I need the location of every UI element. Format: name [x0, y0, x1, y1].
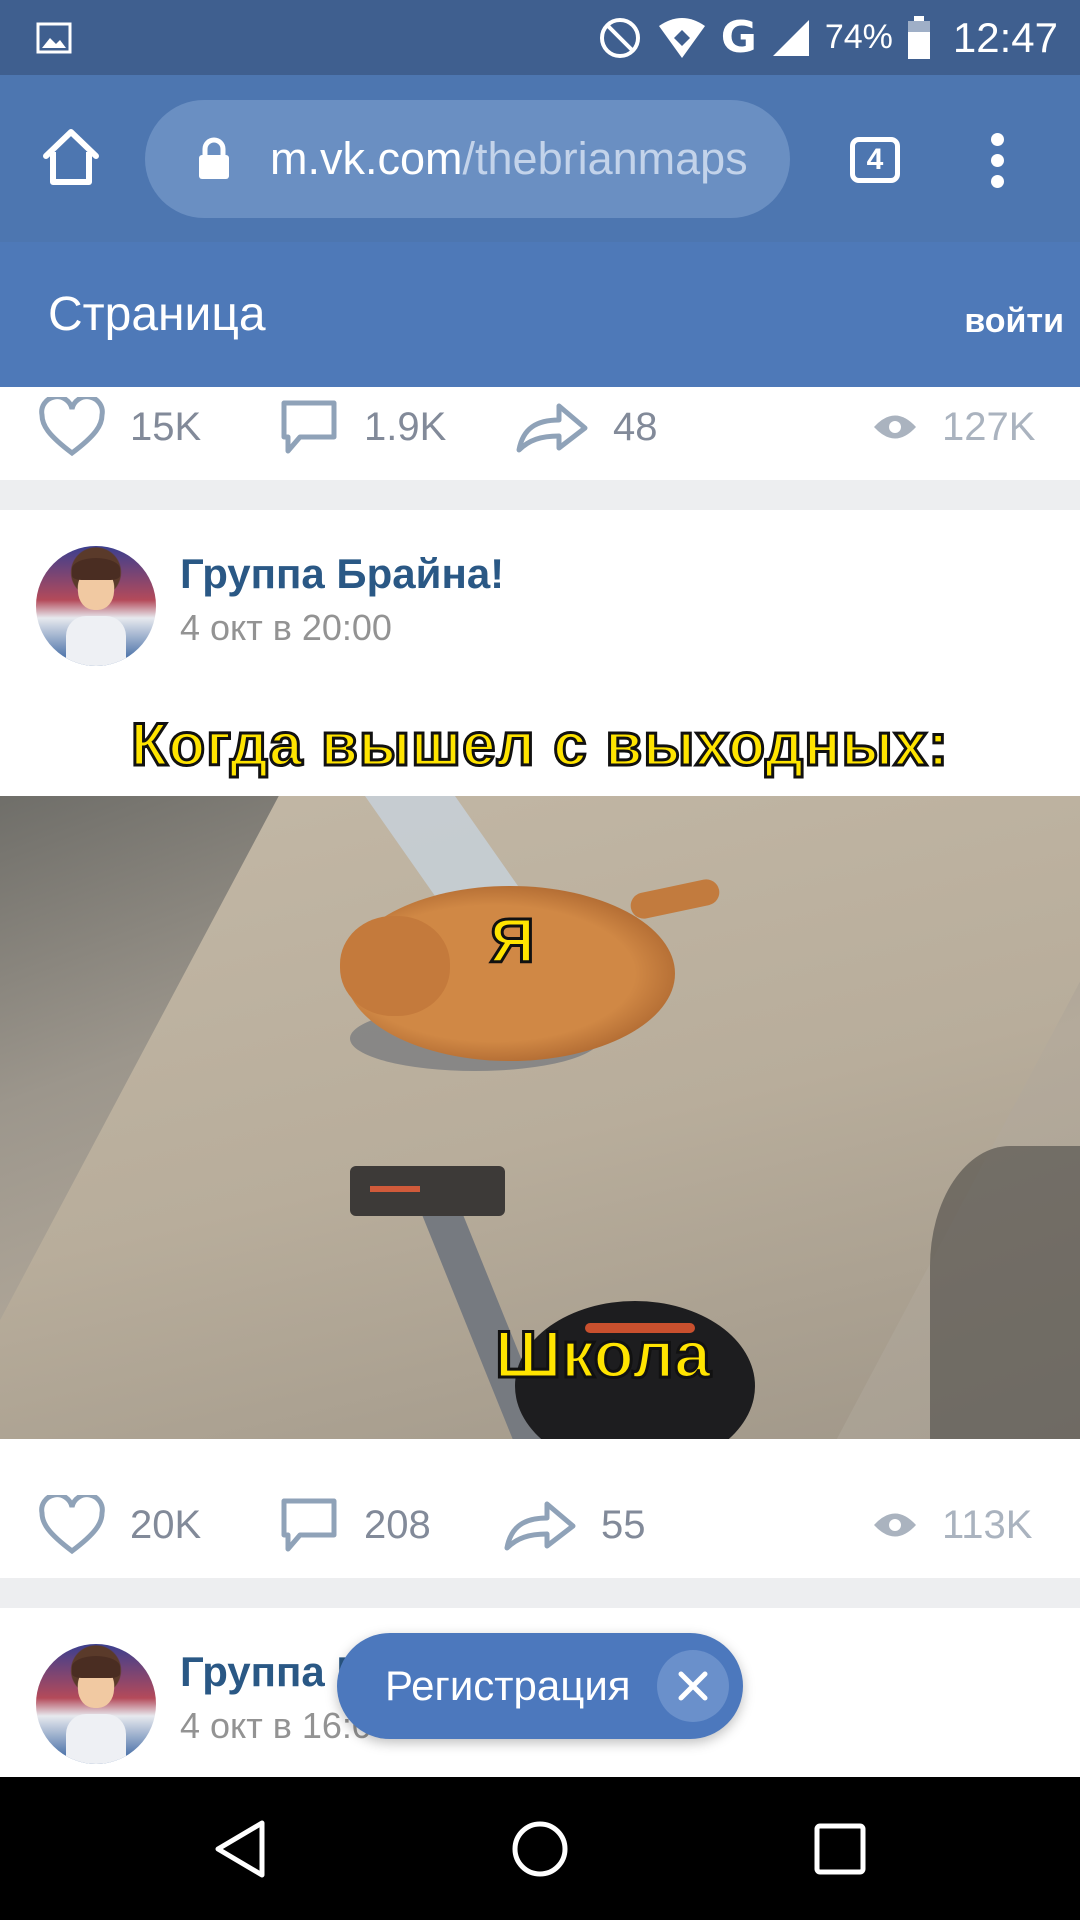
heart-icon	[39, 1495, 105, 1555]
meme-caption: Когда вышел с выходных:	[129, 710, 950, 780]
registration-banner[interactable]: Регистрация	[337, 1633, 743, 1739]
like-button[interactable]: 20K	[38, 1485, 201, 1565]
recents-icon	[814, 1823, 866, 1874]
gallery-icon	[36, 22, 72, 54]
post-date[interactable]: 4 окт в 20:00	[180, 607, 392, 649]
share-button[interactable]: 48	[515, 387, 658, 467]
views-counter: 127K	[872, 387, 1035, 467]
overflow-menu-icon[interactable]	[985, 133, 1009, 189]
avatar[interactable]	[36, 546, 156, 666]
comment-button[interactable]: 1.9K	[278, 387, 446, 467]
browser-toolbar: m.vk.com/thebrianmaps 4	[0, 75, 1080, 242]
post-actions: 20K 208 55 113K	[0, 1485, 1080, 1565]
heart-icon	[39, 397, 105, 457]
close-icon	[678, 1671, 708, 1701]
eye-icon	[874, 1513, 916, 1537]
battery-percent: 74%	[824, 18, 893, 56]
page-title: Страница	[48, 288, 266, 341]
meme-label-school: Школа	[494, 1316, 713, 1393]
back-icon	[215, 1820, 265, 1877]
status-bar: G 74% 12:47	[0, 0, 1080, 75]
back-button[interactable]	[180, 1777, 300, 1920]
close-registration-button[interactable]	[657, 1650, 729, 1722]
vk-header: Страница войти	[0, 242, 1080, 387]
prev-post-footer: 15K 1.9K 48 127K	[0, 387, 1080, 480]
wifi-icon	[658, 17, 705, 58]
tab-switcher-button[interactable]: 4	[850, 137, 900, 183]
like-count: 20K	[130, 1502, 202, 1547]
post-header: Группа Брайна! 4 окт в 20:00	[0, 510, 1080, 670]
like-button[interactable]: 15K	[38, 387, 201, 467]
comment-icon	[281, 400, 337, 454]
home-icon[interactable]	[40, 126, 102, 188]
comment-icon	[281, 1498, 337, 1552]
share-icon	[504, 1501, 576, 1551]
clock: 12:47	[952, 13, 1058, 61]
comment-count: 1.9K	[364, 404, 447, 449]
system-nav-bar	[0, 1777, 1080, 1920]
home-circle-icon	[512, 1821, 568, 1876]
registration-button[interactable]: Регистрация	[385, 1633, 631, 1739]
login-link[interactable]: войти	[964, 242, 1064, 400]
url-bar[interactable]: m.vk.com/thebrianmaps	[145, 100, 790, 218]
avatar[interactable]	[36, 1644, 156, 1764]
url-host: m.vk.com	[270, 133, 463, 184]
status-right: G 74% 12:47	[597, 0, 1058, 75]
comment-count: 208	[364, 1502, 431, 1547]
comment-button[interactable]: 208	[278, 1485, 431, 1565]
share-icon	[516, 403, 588, 453]
url-path: /thebrianmaps	[462, 133, 748, 184]
home-nav-button[interactable]	[480, 1777, 600, 1920]
view-count: 113K	[942, 1502, 1033, 1547]
signal-icon	[772, 19, 809, 56]
lock-icon	[199, 137, 229, 179]
post-card: Группа Брайна! 4 окт в 20:00 Когда вышел…	[0, 510, 1080, 1578]
like-count: 15K	[130, 404, 202, 449]
share-count: 48	[613, 404, 658, 449]
eye-icon	[874, 415, 916, 439]
battery-icon	[907, 15, 930, 59]
meme-label-me: Я	[489, 906, 537, 978]
post-image[interactable]: Я Школа	[0, 796, 1080, 1439]
network-type: G	[720, 12, 757, 63]
do-not-disturb-icon	[599, 17, 640, 58]
share-count: 55	[601, 1502, 646, 1547]
share-button[interactable]: 55	[503, 1485, 646, 1565]
post-author[interactable]: Группа Брайна!	[180, 550, 504, 598]
url-text[interactable]: m.vk.com/thebrianmaps	[270, 100, 770, 218]
recents-button[interactable]	[780, 1777, 900, 1920]
prev-post-actions: 15K 1.9K 48 127K	[0, 387, 1080, 467]
view-count: 127K	[942, 404, 1036, 449]
views-counter: 113K	[872, 1485, 1032, 1565]
